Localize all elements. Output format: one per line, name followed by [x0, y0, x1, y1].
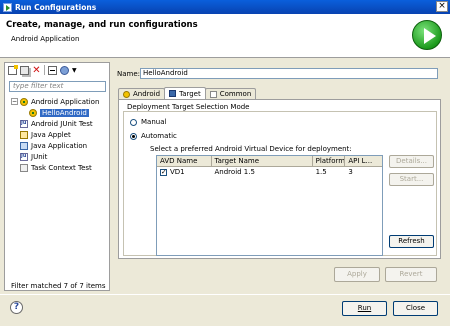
automatic-radio[interactable]: Automatic: [130, 132, 177, 140]
automatic-radio-label: Automatic: [141, 132, 177, 140]
filter-input[interactable]: type filter text: [9, 81, 106, 92]
help-icon[interactable]: ?: [10, 301, 23, 314]
title-bar: Run Configurations ×: [0, 0, 450, 14]
close-button[interactable]: Close: [393, 301, 438, 316]
common-icon: [209, 90, 217, 98]
tree-item-android-junit-test[interactable]: Android JUnit Test: [11, 118, 109, 129]
tab-android[interactable]: Android: [118, 88, 166, 99]
manual-radio-label: Manual: [141, 118, 167, 126]
tree-item-java-applet[interactable]: Java Applet: [11, 129, 109, 140]
target-name-cell: Android 1.5: [214, 168, 255, 176]
android-icon: [29, 108, 37, 117]
filter-configurations-icon[interactable]: [60, 65, 69, 75]
configuration-list-pane: ✕ ▼ type filter text − Android Applicati…: [4, 62, 110, 291]
tree-item-task-context-test[interactable]: Task Context Test: [11, 162, 109, 173]
editor-tabs: Android Target Common: [118, 87, 257, 99]
tree-item-junit[interactable]: JUnit: [11, 151, 109, 162]
name-label: Name:: [117, 70, 141, 78]
run-button-label: Run: [357, 304, 372, 312]
start-button[interactable]: Start...: [389, 173, 434, 186]
tree-item-android-application[interactable]: − Android Application: [11, 96, 109, 107]
avd-name-cell: ✓ VD1: [157, 167, 212, 178]
run-icon: [412, 20, 442, 50]
manual-radio[interactable]: Manual: [130, 118, 166, 126]
radio-indicator: [130, 132, 137, 140]
deployment-mode-label: Deployment Target Selection Mode: [127, 103, 250, 111]
new-configuration-icon[interactable]: [8, 64, 18, 75]
android-icon: [20, 97, 28, 106]
android-icon: [123, 90, 130, 98]
deployment-mode-group: Manual Automatic Select a preferred Andr…: [123, 111, 437, 256]
tree-item-label: Task Context Test: [31, 163, 92, 172]
tree-item-label: Android JUnit Test: [31, 119, 93, 128]
tab-label: Common: [219, 90, 252, 98]
target-icon: [169, 90, 177, 97]
collapse-toggle-icon[interactable]: −: [11, 98, 18, 105]
banner-subtitle: Android Application: [11, 35, 80, 43]
tree-item-label: HelloAndroid: [40, 108, 89, 117]
run-configurations-icon: [3, 2, 12, 12]
column-header-api-level[interactable]: API L...: [345, 156, 382, 166]
filter-status: Filter matched 7 of 7 items: [11, 282, 106, 290]
window-close-button[interactable]: ×: [436, 1, 448, 12]
configuration-toolbar: ✕ ▼: [5, 63, 109, 77]
tree-item-java-application[interactable]: Java Application: [11, 140, 109, 151]
tree-item-helloandroid[interactable]: HelloAndroid: [11, 107, 109, 118]
configuration-tree: − Android Application HelloAndroid Andro…: [11, 96, 109, 173]
applet-icon: [20, 130, 28, 139]
window-title: Run Configurations: [15, 2, 97, 12]
avd-select-label: Select a preferred Android Virtual Devic…: [150, 145, 352, 153]
platform-cell: 1.5: [315, 168, 327, 176]
column-header-platform[interactable]: Platform: [313, 156, 346, 166]
name-input[interactable]: HelloAndroid: [140, 68, 438, 79]
avd-name: VD1: [170, 168, 185, 176]
run-button[interactable]: Run: [342, 301, 387, 316]
table-row[interactable]: ✓ VD1 Android 1.5 1.5 3: [157, 167, 382, 178]
tab-label: Target: [179, 89, 201, 98]
column-header-avd-name[interactable]: AVD Name: [157, 156, 212, 166]
collapse-all-icon[interactable]: [48, 65, 57, 75]
footer-separator: [0, 294, 450, 295]
revert-button[interactable]: Revert: [385, 267, 437, 282]
tab-target[interactable]: Target: [164, 87, 206, 99]
chevron-down-icon[interactable]: ▼: [72, 66, 81, 75]
target-tab-panel: Deployment Target Selection Mode Manual …: [118, 99, 441, 259]
avd-checkbox[interactable]: ✓: [160, 169, 167, 176]
banner-title: Create, manage, and run configurations: [6, 20, 198, 30]
junit-icon: [20, 152, 28, 161]
java-application-icon: [20, 141, 28, 150]
junit-icon: [20, 119, 28, 128]
apply-button[interactable]: Apply: [334, 267, 380, 282]
refresh-button[interactable]: Refresh: [389, 235, 434, 248]
delete-configuration-icon[interactable]: ✕: [32, 65, 41, 75]
tree-item-label: Java Applet: [31, 130, 71, 139]
duplicate-configuration-icon[interactable]: [20, 65, 29, 75]
tab-common[interactable]: Common: [204, 88, 257, 99]
details-button[interactable]: Details...: [389, 155, 434, 168]
tree-item-label: JUnit: [31, 152, 48, 161]
api-level-cell: 3: [348, 168, 353, 176]
tree-item-label: Java Application: [31, 141, 88, 150]
tab-label: Android: [133, 90, 161, 98]
radio-indicator: [130, 118, 137, 126]
avd-table: AVD Name Target Name Platform API L... ✓…: [156, 155, 383, 256]
task-context-icon: [20, 163, 28, 172]
avd-table-header: AVD Name Target Name Platform API L...: [157, 156, 382, 167]
configuration-editor: Name: HelloAndroid Android Target Common…: [113, 62, 446, 291]
toolbar-separator: [44, 65, 45, 75]
dialog-banner: Create, manage, and run configurations A…: [0, 14, 450, 58]
column-header-target-name[interactable]: Target Name: [212, 156, 313, 166]
tree-item-label: Android Application: [31, 97, 100, 106]
